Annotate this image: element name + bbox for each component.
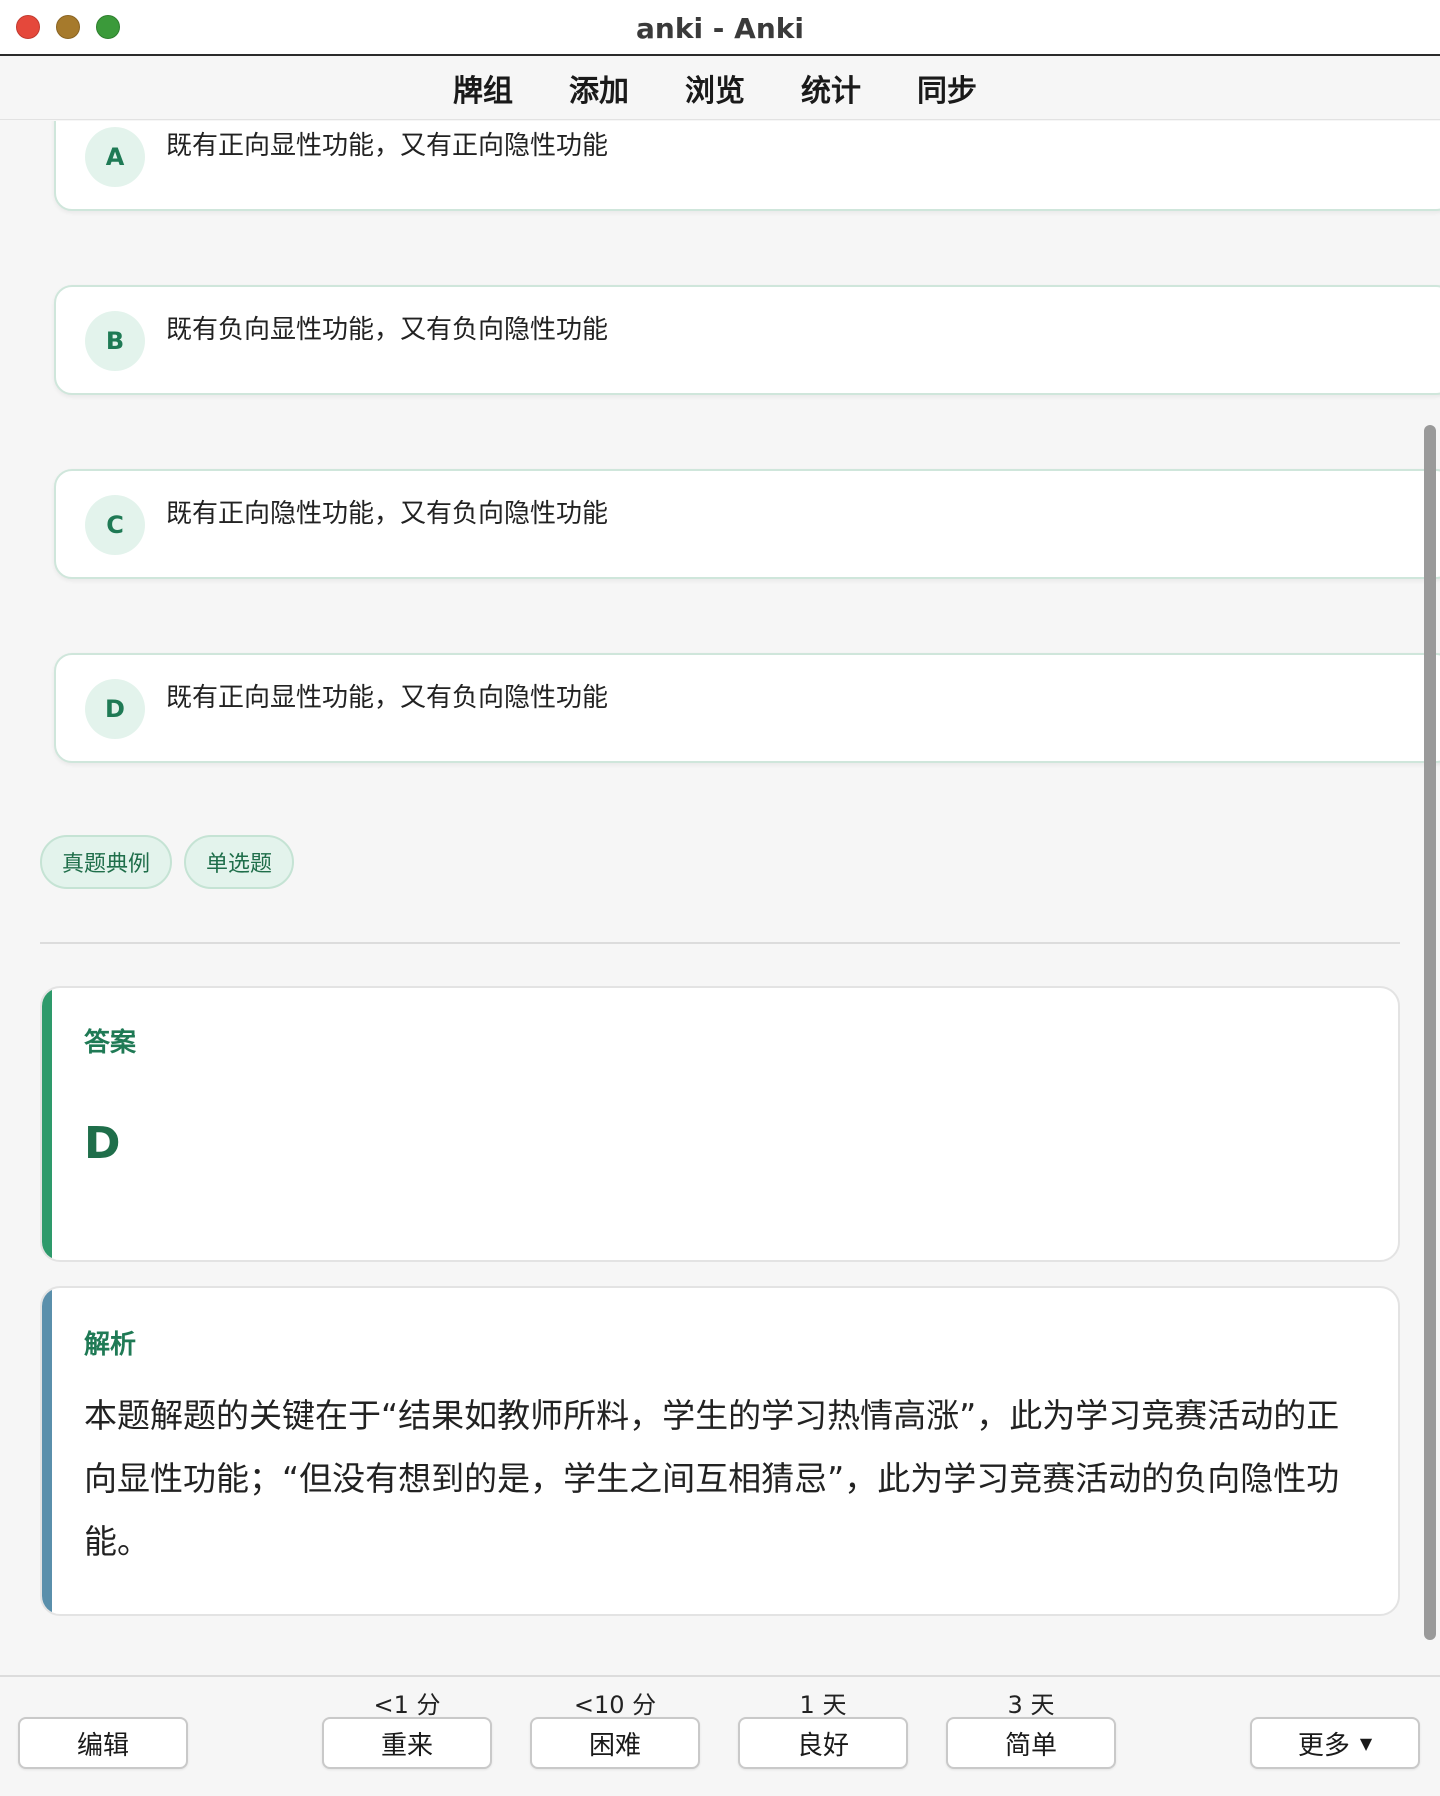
more-button-label: 更多: [1297, 1730, 1350, 1761]
option-letter: D: [85, 679, 145, 739]
section-divider: [40, 942, 1400, 944]
main-toolbar: 牌组 添加 浏览 统计 同步: [0, 56, 1440, 120]
analysis-accent-bar: [42, 1288, 52, 1614]
option-letter: B: [85, 311, 145, 371]
toolbar-stats[interactable]: 统计: [801, 66, 861, 110]
tag-chip: 单选题: [184, 835, 295, 889]
title-bar: anki - Anki: [0, 0, 1440, 56]
option-text: 既有正向隐性功能，又有负向隐性功能: [166, 499, 609, 529]
answer-value: D: [84, 1118, 121, 1169]
caret-down-icon: ▼: [1359, 1733, 1373, 1753]
analysis-heading: 解析: [84, 1330, 137, 1360]
hard-button[interactable]: 困难: [530, 1717, 700, 1769]
easy-button[interactable]: 简单: [946, 1717, 1116, 1769]
tag-list: 真题典例 单选题: [40, 835, 295, 889]
good-button[interactable]: 良好: [738, 1717, 908, 1769]
option-text: 既有正向显性功能，又有正向隐性功能: [166, 131, 609, 161]
option-text: 既有正向显性功能，又有负向隐性功能: [166, 683, 609, 713]
analysis-text: 本题解题的关键在于“结果如教师所料，学生的学习热情高涨”，此为学习竞赛活动的正向…: [84, 1396, 1340, 1561]
interval-again: <1 分: [373, 1691, 441, 1719]
anki-window: anki - Anki 牌组 添加 浏览 统计 同步 A 既有正向显性功能，又有…: [0, 0, 1440, 1796]
option-c[interactable]: C 既有正向隐性功能，又有负向隐性功能: [54, 469, 1440, 579]
toolbar-browse[interactable]: 浏览: [685, 66, 745, 110]
toolbar-decks[interactable]: 牌组: [453, 66, 513, 110]
option-a[interactable]: A 既有正向显性功能，又有正向隐性功能: [54, 121, 1440, 211]
interval-easy: 3 天: [1007, 1691, 1055, 1719]
answer-panel: 答案 D: [40, 986, 1400, 1262]
window-title: anki - Anki: [636, 12, 804, 45]
interval-good: 1 天: [799, 1691, 847, 1719]
edit-button[interactable]: 编辑: [18, 1717, 188, 1769]
answer-heading: 答案: [84, 1028, 137, 1058]
toolbar-add[interactable]: 添加: [569, 66, 629, 110]
option-d[interactable]: D 既有正向显性功能，又有负向隐性功能: [54, 653, 1440, 763]
again-button[interactable]: 重来: [322, 1717, 492, 1769]
more-button[interactable]: 更多 ▼: [1250, 1717, 1420, 1769]
interval-hard: <10 分: [573, 1691, 657, 1719]
option-b[interactable]: B 既有负向显性功能，又有负向隐性功能: [54, 285, 1440, 395]
answer-accent-bar: [42, 988, 52, 1260]
option-letter: A: [85, 127, 145, 187]
tag-chip: 真题典例: [40, 835, 173, 889]
toolbar-sync[interactable]: 同步: [917, 66, 977, 110]
analysis-panel: 解析 本题解题的关键在于“结果如教师所料，学生的学习热情高涨”，此为学习竞赛活动…: [40, 1286, 1400, 1616]
option-letter: C: [85, 495, 145, 555]
review-bar: 编辑 <1 分 重来 <10 分 困难 1 天 良好 3 天 简单 更多 ▼: [0, 1675, 1440, 1796]
vertical-scrollbar[interactable]: [1424, 425, 1436, 1640]
option-text: 既有负向显性功能，又有负向隐性功能: [166, 315, 609, 345]
